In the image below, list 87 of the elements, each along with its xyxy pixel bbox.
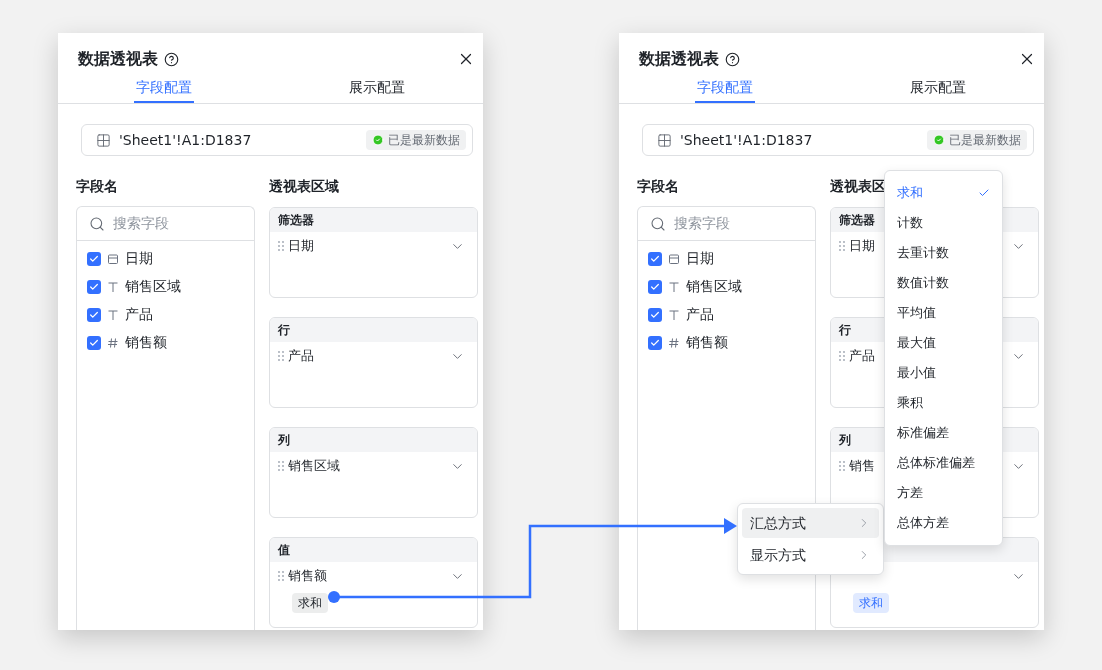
drag-handle-icon[interactable] [278, 351, 284, 361]
drag-handle-icon[interactable] [278, 571, 284, 581]
dropdown-option[interactable]: 求和 [885, 178, 1002, 208]
check-icon [650, 253, 660, 264]
check-icon [89, 253, 99, 264]
zone-field: 产品 [849, 346, 875, 366]
check-icon [978, 187, 990, 199]
tab[interactable]: 字段配置 [695, 73, 756, 103]
drag-handle-icon[interactable] [839, 461, 845, 471]
dropdown-option[interactable]: 数值计数 [885, 268, 1002, 298]
check-icon [650, 337, 660, 348]
zone-header: 行 [270, 318, 477, 342]
zone-field: 销售额 [288, 566, 327, 586]
field-name: 日期 [125, 249, 153, 268]
check-icon [89, 337, 99, 348]
field-name: 销售区域 [125, 277, 181, 296]
text-type-icon [107, 280, 119, 293]
data-source-field[interactable]: 'Sheet1'!A1:D1837 已是最新数据 [642, 124, 1034, 156]
drag-handle-icon[interactable] [278, 461, 284, 471]
panel-title: 数据透视表 [78, 48, 158, 70]
check-icon [89, 281, 99, 292]
checkbox[interactable] [648, 279, 662, 294]
calendar-icon [668, 252, 680, 265]
drag-handle-icon[interactable] [278, 241, 284, 251]
tab[interactable]: 展示配置 [346, 73, 407, 103]
hash-icon [107, 336, 119, 349]
zone-field: 销售 [849, 456, 875, 476]
section-heading: 透视表区 [830, 177, 886, 196]
zone-header: 筛选器 [270, 208, 477, 232]
hash-icon [668, 336, 680, 349]
menu-item[interactable]: 汇总方式 [742, 508, 879, 538]
range-text: 'Sheet1'!A1:D1837 [119, 130, 253, 150]
status-tag: 已是最新数据 [927, 130, 1027, 150]
checkbox[interactable] [648, 307, 662, 322]
drag-handle-icon[interactable] [839, 351, 845, 361]
field-name: 销售额 [686, 333, 728, 352]
zone-header: 值 [270, 538, 477, 562]
section-heading: 透视表区域 [269, 177, 339, 196]
checkbox[interactable] [648, 251, 662, 266]
dropdown-option[interactable]: 去重计数 [885, 238, 1002, 268]
field-name: 销售区域 [686, 277, 742, 296]
help-icon[interactable] [725, 51, 740, 67]
field-name: 销售额 [125, 333, 167, 352]
tab[interactable]: 字段配置 [134, 73, 195, 103]
check-circle-icon [372, 134, 384, 146]
dropdown-option[interactable]: 最小值 [885, 358, 1002, 388]
aggregation-tag[interactable]: 求和 [292, 593, 328, 613]
checkbox[interactable] [87, 251, 101, 266]
search-icon [89, 215, 105, 232]
checkbox[interactable] [87, 335, 101, 350]
table-icon [96, 132, 111, 148]
data-source-field[interactable]: 'Sheet1'!A1:D1837 已是最新数据 [81, 124, 473, 156]
field-name: 日期 [686, 249, 714, 268]
check-circle-icon [933, 134, 945, 146]
zone-header: 列 [270, 428, 477, 452]
dropdown-option[interactable]: 总体方差 [885, 508, 1002, 538]
table-icon [657, 132, 672, 148]
checkbox[interactable] [87, 307, 101, 322]
checkbox[interactable] [648, 335, 662, 350]
aggregation-tag[interactable]: 求和 [853, 593, 889, 613]
status-tag: 已是最新数据 [366, 130, 466, 150]
tab[interactable]: 展示配置 [907, 73, 968, 103]
text-type-icon [668, 308, 680, 321]
search-field[interactable]: 搜索字段 [113, 213, 233, 234]
calendar-icon [107, 252, 119, 265]
search-field[interactable]: 搜索字段 [674, 213, 794, 234]
text-type-icon [107, 308, 119, 321]
help-icon[interactable] [164, 51, 179, 67]
check-icon [650, 309, 660, 320]
check-icon [650, 281, 660, 292]
field-name: 产品 [686, 305, 714, 324]
section-heading: 字段名 [637, 177, 680, 196]
check-icon [89, 309, 99, 320]
zone-field: 日期 [288, 236, 314, 256]
range-text: 'Sheet1'!A1:D1837 [680, 130, 814, 150]
dropdown-option[interactable]: 方差 [885, 478, 1002, 508]
text-type-icon [668, 280, 680, 293]
panel-title: 数据透视表 [639, 48, 719, 70]
zone-field: 销售区域 [288, 456, 340, 476]
drag-handle-icon[interactable] [839, 241, 845, 251]
search-icon [650, 215, 666, 232]
field-name: 产品 [125, 305, 153, 324]
zone-field: 产品 [288, 346, 314, 366]
section-heading: 字段名 [76, 177, 119, 196]
zone-field: 日期 [849, 236, 875, 256]
checkbox[interactable] [87, 279, 101, 294]
dropdown-option[interactable]: 乘积 [885, 388, 1002, 418]
